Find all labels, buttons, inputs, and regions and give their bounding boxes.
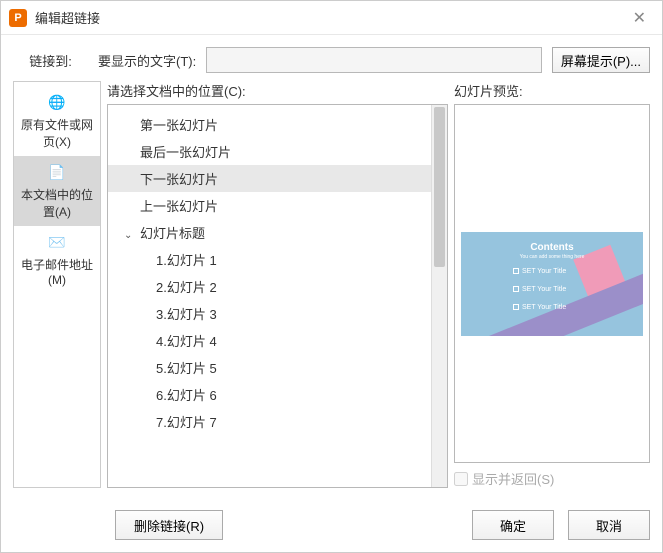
tree-item[interactable]: 3.幻灯片 3 <box>108 300 431 327</box>
titlebar: P 编辑超链接 ✕ <box>1 1 662 35</box>
sidebar-item-label: 本文档中的位置(A) <box>18 186 96 220</box>
tree-item[interactable]: 4.幻灯片 4 <box>108 327 431 354</box>
tree-item-label: 第一张幻灯片 <box>140 118 218 133</box>
show-return-row: 显示并返回(S) <box>454 469 650 488</box>
slide-bullet: SET Your Title <box>513 268 566 275</box>
sidebar-item-label: 原有文件或网页(X) <box>18 116 96 150</box>
preview-box: Contents You can add some thing here SET… <box>454 104 650 463</box>
tree-item[interactable]: 2.幻灯片 2 <box>108 273 431 300</box>
tree-item[interactable]: 下一张幻灯片 <box>108 165 431 192</box>
tree-item[interactable]: 5.幻灯片 5 <box>108 354 431 381</box>
tree-item[interactable]: ⌄ 幻灯片标题 <box>108 219 431 246</box>
location-tree-wrap: 第一张幻灯片最后一张幻灯片下一张幻灯片上一张幻灯片 ⌄ 幻灯片标题 1.幻灯片 1 2.… <box>107 104 448 488</box>
tree-item[interactable]: 6.幻灯片 6 <box>108 381 431 408</box>
slide-bullet: SET Your Title <box>513 304 566 311</box>
app-icon: P <box>9 9 27 27</box>
sidebar-icon: 🌐 <box>47 92 67 112</box>
cancel-button[interactable]: 取消 <box>568 510 650 540</box>
tree-item-label: 5.幻灯片 5 <box>156 361 217 376</box>
tree-item[interactable]: 7.幻灯片 7 <box>108 408 431 435</box>
screen-tip-button[interactable]: 屏幕提示(P)... <box>552 47 650 73</box>
chevron-down-icon[interactable]: ⌄ <box>124 230 134 241</box>
sidebar-item-2[interactable]: ✉️ 电子邮件地址(M) <box>14 226 100 293</box>
tree-item-label: 2.幻灯片 2 <box>156 280 217 295</box>
edit-hyperlink-dialog: P 编辑超链接 ✕ 链接到: 要显示的文字(T): 屏幕提示(P)... 🌐 原有… <box>0 0 663 553</box>
display-text-input[interactable] <box>206 47 542 73</box>
tree-item[interactable]: 第一张幻灯片 <box>108 111 431 138</box>
tree-item-label: 上一张幻灯片 <box>140 199 218 214</box>
tree-item-label: 1.幻灯片 1 <box>156 253 217 268</box>
sidebar-item-0[interactable]: 🌐 原有文件或网页(X) <box>14 86 100 156</box>
button-row: 删除链接(R) 确定 取消 <box>1 500 662 552</box>
remove-link-button[interactable]: 删除链接(R) <box>115 510 223 540</box>
tree-item-label: 最后一张幻灯片 <box>140 145 231 160</box>
tree-item[interactable]: 上一张幻灯片 <box>108 192 431 219</box>
tree-item-label: 6.幻灯片 6 <box>156 388 217 403</box>
sidebar-item-label: 电子邮件地址(M) <box>18 256 96 287</box>
tree-item[interactable]: 1.幻灯片 1 <box>108 246 431 273</box>
slide-title: Contents <box>461 242 643 253</box>
preview-label: 幻灯片预览: <box>454 81 650 100</box>
preview-column: 幻灯片预览: Contents You can add some thing h… <box>454 81 650 488</box>
tree-item-label: 7.幻灯片 7 <box>156 415 217 430</box>
link-type-sidebar: 🌐 原有文件或网页(X) 📄 本文档中的位置(A) ✉️ 电子邮件地址(M) <box>13 81 101 488</box>
tree-item-label: 幻灯片标题 <box>140 226 205 241</box>
slide-subtitle: You can add some thing here <box>461 254 643 260</box>
location-label: 请选择文档中的位置(C): <box>107 81 448 100</box>
location-column: 请选择文档中的位置(C): 第一张幻灯片最后一张幻灯片下一张幻灯片上一张幻灯片 ⌄… <box>107 81 448 488</box>
sidebar-icon: 📄 <box>47 162 67 182</box>
tree-item-label: 4.幻灯片 4 <box>156 334 217 349</box>
main-row: 🌐 原有文件或网页(X) 📄 本文档中的位置(A) ✉️ 电子邮件地址(M) 请选择文档中… <box>13 81 650 488</box>
tree-item-label: 3.幻灯片 3 <box>156 307 217 322</box>
slide-bullet: SET Your Title <box>513 286 566 293</box>
ok-button[interactable]: 确定 <box>472 510 554 540</box>
link-to-label: 链接到: <box>13 51 88 70</box>
scrollbar[interactable] <box>431 105 447 487</box>
dialog-title: 编辑超链接 <box>35 8 625 27</box>
tree-item[interactable]: 最后一张幻灯片 <box>108 138 431 165</box>
display-text-label: 要显示的文字(T): <box>98 51 196 70</box>
sidebar-icon: ✉️ <box>47 232 67 252</box>
show-return-label: 显示并返回(S) <box>472 469 554 488</box>
slide-thumbnail: Contents You can add some thing here SET… <box>461 232 643 336</box>
location-tree[interactable]: 第一张幻灯片最后一张幻灯片下一张幻灯片上一张幻灯片 ⌄ 幻灯片标题 1.幻灯片 1 2.… <box>108 105 431 487</box>
show-return-checkbox <box>454 472 468 486</box>
close-icon[interactable]: ✕ <box>625 4 654 32</box>
sidebar-item-1[interactable]: 📄 本文档中的位置(A) <box>14 156 100 226</box>
top-row: 链接到: 要显示的文字(T): 屏幕提示(P)... <box>13 47 650 73</box>
scrollbar-thumb[interactable] <box>434 107 445 267</box>
tree-item-label: 下一张幻灯片 <box>140 172 218 187</box>
dialog-content: 链接到: 要显示的文字(T): 屏幕提示(P)... 🌐 原有文件或网页(X) 📄 本… <box>1 35 662 500</box>
